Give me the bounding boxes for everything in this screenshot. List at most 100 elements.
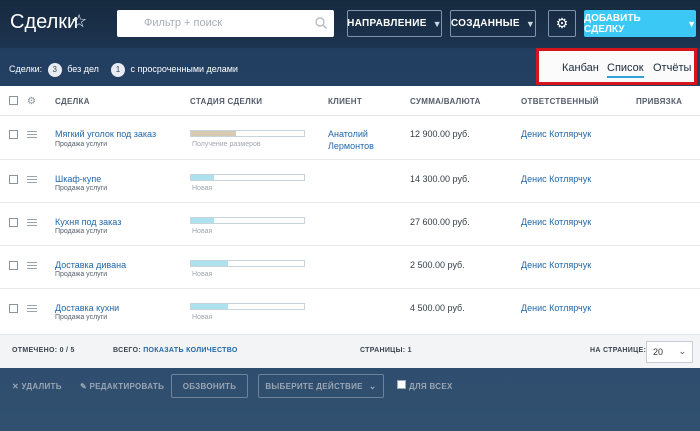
table-row: Шкаф-купе Продажа услуги Новая 14 300.00… xyxy=(0,160,700,203)
stage-fill xyxy=(191,261,229,266)
pencil-icon: ✎ xyxy=(80,382,90,391)
table-row: Доставка кухни Продажа услуги Новая 4 50… xyxy=(0,289,700,332)
responsible-link[interactable]: Денис Котлярчук xyxy=(521,303,591,313)
tab-reports[interactable]: Отчёты xyxy=(653,62,691,74)
deal-link[interactable]: Шкаф-купе xyxy=(55,174,101,184)
row-checkbox[interactable] xyxy=(9,304,18,313)
total-label: ВСЕГО: xyxy=(113,347,141,354)
col-stage[interactable]: СТАДИЯ СДЕЛКИ xyxy=(190,97,262,106)
col-deal[interactable]: СДЕЛКА xyxy=(55,97,90,106)
add-deal-label: ДОБАВИТЬ СДЕЛКУ xyxy=(584,12,641,35)
stage-bar[interactable] xyxy=(190,217,305,224)
created-label: СОЗДАННЫЕ xyxy=(450,18,520,29)
for-all-label: ДЛЯ ВСЕХ xyxy=(409,382,453,391)
deal-type: Продажа услуги xyxy=(55,141,108,148)
gear-icon: ⚙ xyxy=(555,15,569,31)
stage-fill xyxy=(191,175,214,180)
row-menu-icon[interactable] xyxy=(27,176,37,185)
deal-link[interactable]: Мягкий уголок под заказ xyxy=(55,129,156,139)
call-button[interactable]: ОБЗВОНИТЬ xyxy=(171,374,248,398)
stage-fill xyxy=(191,131,237,136)
client-link[interactable]: Анатолий Лермонтов xyxy=(328,128,398,152)
col-responsible[interactable]: ОТВЕТСТВЕННЫЙ xyxy=(521,97,599,106)
per-page-label: НА СТРАНИЦЕ: xyxy=(590,347,647,354)
chevron-down-icon: ▼ xyxy=(687,18,696,29)
page-title: Сделки xyxy=(10,11,79,33)
search-input[interactable]: Фильтр + поиск xyxy=(117,10,334,37)
deal-type: Продажа услуги xyxy=(55,185,108,192)
search-placeholder: Фильтр + поиск xyxy=(144,17,223,29)
stage-fill xyxy=(191,218,214,223)
responsible-link[interactable]: Денис Котлярчук xyxy=(521,129,591,139)
stage-bar[interactable] xyxy=(190,130,305,137)
row-checkbox[interactable] xyxy=(9,261,18,270)
row-menu-icon[interactable] xyxy=(27,262,37,271)
add-deal-button[interactable]: ДОБАВИТЬ СДЕЛКУ ▼ xyxy=(584,10,696,37)
edit-label: РЕДАКТИРОВАТЬ xyxy=(89,382,165,391)
chevron-down-icon: ⌄ xyxy=(678,346,686,356)
search-icon[interactable] xyxy=(314,16,328,30)
deal-sum: 12 900.00 руб. xyxy=(410,129,470,139)
stage-fill xyxy=(191,304,229,309)
deal-sum: 27 600.00 руб. xyxy=(410,217,470,227)
stage-label: Новая xyxy=(192,314,213,321)
delete-button[interactable]: ✕ УДАЛИТЬ xyxy=(12,382,62,391)
table-header: ⚙ СДЕЛКА СТАДИЯ СДЕЛКИ КЛИЕНТ СУММА/ВАЛЮ… xyxy=(0,86,700,116)
deal-link[interactable]: Доставка дивана xyxy=(55,260,126,270)
stage-bar[interactable] xyxy=(190,303,305,310)
close-icon: ✕ xyxy=(12,382,22,391)
deal-link[interactable]: Кухня под заказ xyxy=(55,217,121,227)
deals-label: Сделки: xyxy=(9,64,43,74)
pages-label: СТРАНИЦЫ: 1 xyxy=(360,347,412,354)
select-all-checkbox[interactable] xyxy=(9,96,18,105)
no-tasks-label[interactable]: без дел xyxy=(67,64,99,74)
deal-type: Продажа услуги xyxy=(55,228,108,235)
overdue-count[interactable]: 1 xyxy=(111,63,125,77)
tab-kanban[interactable]: Канбан xyxy=(562,62,599,74)
row-checkbox[interactable] xyxy=(9,218,18,227)
row-menu-icon[interactable] xyxy=(27,219,37,228)
choose-action-dropdown[interactable]: ВЫБЕРИТЕ ДЕЙСТВИЕ ⌄ xyxy=(258,374,384,398)
stage-label: Новая xyxy=(192,271,213,278)
no-tasks-count[interactable]: 3 xyxy=(47,63,62,77)
row-checkbox[interactable] xyxy=(9,130,18,139)
per-page-value: 20 xyxy=(653,347,664,357)
view-switcher: Канбан Список Отчёты xyxy=(536,48,697,85)
star-icon[interactable]: ☆ xyxy=(71,11,87,32)
chevron-down-icon: ▼ xyxy=(525,18,536,29)
for-all-checkbox[interactable] xyxy=(397,380,406,389)
created-dropdown[interactable]: СОЗДАННЫЕ ▼ xyxy=(450,10,536,37)
table-footer: ОТМЕЧЕНО: 0 / 5 ВСЕГО: ПОКАЗАТЬ КОЛИЧЕСТ… xyxy=(0,334,700,368)
row-menu-icon[interactable] xyxy=(27,131,37,140)
deals-table: ⚙ СДЕЛКА СТАДИЯ СДЕЛКИ КЛИЕНТ СУММА/ВАЛЮ… xyxy=(0,86,700,334)
deal-type: Продажа услуги xyxy=(55,271,108,278)
col-client[interactable]: КЛИЕНТ xyxy=(328,97,362,106)
overdue-label[interactable]: с просроченными делами xyxy=(131,64,238,74)
stage-label: Новая xyxy=(192,185,213,192)
col-sum[interactable]: СУММА/ВАЛЮТА xyxy=(410,97,481,106)
chevron-down-icon: ⌄ xyxy=(368,380,377,391)
responsible-link[interactable]: Денис Котлярчук xyxy=(521,217,591,227)
row-menu-icon[interactable] xyxy=(27,305,37,314)
settings-button[interactable]: ⚙ xyxy=(548,10,576,37)
per-page-select[interactable]: 20 ⌄ xyxy=(646,341,693,363)
selected-count: ОТМЕЧЕНО: 0 / 5 xyxy=(12,347,75,354)
edit-button[interactable]: ✎ РЕДАКТИРОВАТЬ xyxy=(80,382,164,391)
table-row: Доставка дивана Продажа услуги Новая 2 5… xyxy=(0,246,700,289)
stage-label: Новая xyxy=(192,228,213,235)
deal-sum: 2 500.00 руб. xyxy=(410,260,465,270)
gear-icon[interactable]: ⚙ xyxy=(27,96,36,107)
table-row: Кухня под заказ Продажа услуги Новая 27 … xyxy=(0,203,700,246)
responsible-link[interactable]: Денис Котлярчук xyxy=(521,260,591,270)
deal-link[interactable]: Доставка кухни xyxy=(55,303,119,313)
tab-list[interactable]: Список xyxy=(607,62,644,78)
choose-action-label: ВЫБЕРИТЕ ДЕЙСТВИЕ xyxy=(265,381,363,391)
col-binding[interactable]: ПРИВЯЗКА xyxy=(636,97,682,106)
stage-bar[interactable] xyxy=(190,260,305,267)
responsible-link[interactable]: Денис Котлярчук xyxy=(521,174,591,184)
direction-dropdown[interactable]: НАПРАВЛЕНИЕ ▼ xyxy=(347,10,442,37)
show-count-link[interactable]: ПОКАЗАТЬ КОЛИЧЕСТВО xyxy=(143,347,237,354)
call-label: ОБЗВОНИТЬ xyxy=(182,381,237,391)
row-checkbox[interactable] xyxy=(9,175,18,184)
stage-bar[interactable] xyxy=(190,174,305,181)
